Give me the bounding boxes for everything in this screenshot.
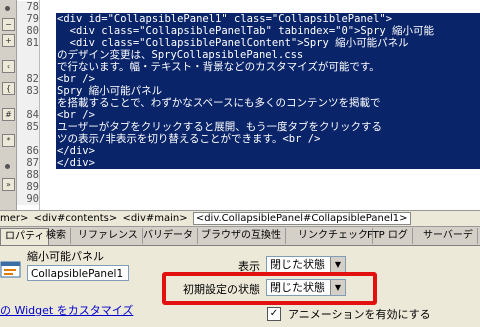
- widget-name-field[interactable]: CollapsiblePanel1: [27, 265, 129, 281]
- line-number: 78: [17, 1, 39, 13]
- tab-validator[interactable]: バリデータ: [139, 228, 198, 244]
- code-text: ユーザーがタブをクリックすると展開、もう一度タブをクリックする: [57, 121, 384, 133]
- line-number: 83: [17, 85, 39, 97]
- code-line[interactable]: 87 </div>: [17, 157, 480, 169]
- code-line[interactable]: 86 </div>: [17, 145, 480, 157]
- animation-label: アニメーションを有効にする: [288, 308, 431, 321]
- selection-highlight: [56, 109, 480, 121]
- line-number: [17, 61, 39, 73]
- code-text: </div>: [57, 157, 97, 169]
- tab-server-debug[interactable]: サーバーデ: [419, 228, 478, 244]
- line-number: 90: [17, 193, 39, 205]
- line-number: [17, 133, 39, 145]
- line-numbers-icon[interactable]: #: [2, 108, 15, 121]
- tab-reference[interactable]: リファレンス: [74, 228, 143, 244]
- tag-item[interactable]: mer>: [0, 213, 28, 224]
- code-text: </div>: [57, 145, 97, 157]
- comment-icon[interactable]: *: [2, 134, 15, 147]
- code-line[interactable]: のデザイン変更は、SpryCollapsiblePanel.css: [17, 49, 480, 61]
- code-line[interactable]: 82 <br />: [17, 73, 480, 85]
- collapsible-panel-widget-icon: [0, 261, 21, 278]
- tag-selector-bar: mer> <div#contents> <div#main> <div.Coll…: [0, 210, 480, 227]
- indent-icon[interactable]: »: [2, 178, 15, 191]
- code-text: <div class="CollapsiblePanelTab" tabinde…: [57, 25, 437, 37]
- code-text: を搭載することで、わずかなスペースにも多くのコンテンツを掲載で: [57, 97, 383, 109]
- line-number: 85: [17, 121, 39, 133]
- tab-ftp-log[interactable]: FTP ログ: [363, 228, 413, 244]
- tag-item[interactable]: <div#main>: [122, 213, 187, 224]
- code-editor[interactable]: − + ‹ { # * » 78 79 <div id="CollapsiblePa…: [0, 0, 480, 210]
- select-parent-icon[interactable]: ‹: [2, 60, 15, 73]
- line-number: 79: [17, 13, 39, 25]
- code-text: <div class="CollapsiblePanelContent">Spr…: [57, 37, 411, 49]
- code-text: <div id="CollapsiblePanel1" class="Colla…: [57, 13, 395, 25]
- collapse-icon[interactable]: −: [2, 18, 15, 31]
- code-line[interactable]: 80 <div class="CollapsiblePanelTab" tabi…: [17, 25, 480, 37]
- code-line[interactable]: 84 <br />: [17, 109, 480, 121]
- tag-item-current[interactable]: <div.CollapsiblePanel#CollapsiblePanel1>: [192, 212, 411, 225]
- expand-icon[interactable]: +: [2, 34, 15, 47]
- code-text: で行ないます。幅・テキスト・背景などのカスタマイズが可能です。: [57, 61, 382, 73]
- line-number: 88: [17, 169, 39, 181]
- line-number: 87: [17, 157, 39, 169]
- code-text: ツの表示/非表示を切り替えることができます。<br />: [57, 133, 323, 145]
- toolbar-dot-icon-2[interactable]: [5, 164, 10, 169]
- code-line[interactable]: 85 ユーザーがタブをクリックすると展開、もう一度タブをクリックする: [17, 121, 480, 133]
- display-select[interactable]: 閉じた状態 ▼: [266, 256, 346, 273]
- balance-braces-icon[interactable]: {: [2, 82, 15, 95]
- code-text: <br />: [57, 73, 97, 85]
- widget-type-label: 縮小可能パネル: [27, 250, 104, 263]
- code-line[interactable]: 79 <div id="CollapsiblePanel1" class="Col…: [17, 13, 480, 25]
- code-line[interactable]: を搭載することで、わずかなスペースにも多くのコンテンツを掲載で: [17, 97, 480, 109]
- line-number: 81: [17, 37, 39, 49]
- code-line[interactable]: で行ないます。幅・テキスト・背景などのカスタマイズが可能です。: [17, 61, 480, 73]
- code-text: のデザイン変更は、SpryCollapsiblePanel.css: [57, 49, 306, 61]
- code-text: Spry 縮小可能パネル: [57, 85, 165, 97]
- line-number: 82: [17, 73, 39, 85]
- line-number: 86: [17, 145, 39, 157]
- display-select-value: 閉じた状態: [270, 258, 325, 271]
- tab-browser-compat[interactable]: ブラウザの互換性: [197, 228, 286, 244]
- line-number: 89: [17, 181, 39, 193]
- line-number: 84: [17, 109, 39, 121]
- code-line[interactable]: ツの表示/非表示を切り替えることができます。<br />: [17, 133, 480, 145]
- tab-link-check[interactable]: リンクチェック: [294, 228, 373, 244]
- selection-highlight: [56, 73, 480, 85]
- chevron-down-icon: ▼: [330, 257, 345, 272]
- annotation-highlight-box: [162, 272, 377, 305]
- code-area[interactable]: 78 79 <div id="CollapsiblePanel1" class="C…: [17, 0, 480, 210]
- code-line[interactable]: 78: [17, 1, 480, 13]
- code-line[interactable]: 81 <div class="CollapsiblePanelContent">…: [17, 37, 480, 49]
- animation-checkbox[interactable]: ✓: [267, 307, 281, 321]
- coding-toolbar: − + ‹ { # * »: [0, 0, 17, 210]
- line-number: [17, 97, 39, 109]
- toolbar-dot-icon[interactable]: [5, 6, 10, 11]
- tag-item[interactable]: <div#contents>: [34, 213, 118, 224]
- customize-widget-link[interactable]: の Widget をカスタマイズ: [0, 302, 133, 318]
- selection-highlight: [56, 157, 480, 169]
- code-line[interactable]: 89: [17, 181, 480, 193]
- code-text: <br />: [57, 109, 97, 121]
- selection-highlight: [56, 145, 480, 157]
- line-number: 80: [17, 25, 39, 37]
- code-line[interactable]: 88: [17, 169, 480, 181]
- tab-search[interactable]: 検索: [42, 228, 71, 244]
- panel-tabs: ロパティ 検索 リファレンス バリデータ ブラウザの互換性 リンクチェック FT…: [0, 227, 480, 246]
- line-number: [17, 49, 39, 61]
- code-line[interactable]: 90: [17, 193, 480, 205]
- code-line[interactable]: 83 Spry 縮小可能パネル: [17, 85, 480, 97]
